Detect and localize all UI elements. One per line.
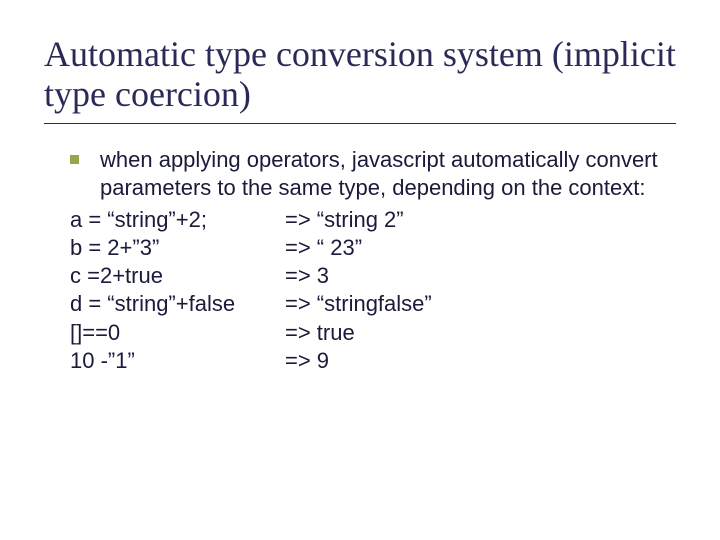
example-lhs: d = “string”+false <box>70 290 285 318</box>
example-rhs: => true <box>285 319 676 347</box>
example-lhs: []==0 <box>70 319 285 347</box>
slide-title: Automatic type conversion system (implic… <box>44 34 676 115</box>
example-rhs: => “stringfalse” <box>285 290 676 318</box>
example-rhs: => “string 2” <box>285 206 676 234</box>
example-row: []==0 => true <box>70 319 676 347</box>
example-row: 10 -”1” => 9 <box>70 347 676 375</box>
examples-list: a = “string”+2; => “string 2” b = 2+”3” … <box>70 206 676 375</box>
example-lhs: b = 2+”3” <box>70 234 285 262</box>
example-row: b = 2+”3” => “ 23” <box>70 234 676 262</box>
slide: Automatic type conversion system (implic… <box>0 0 720 540</box>
example-lhs: a = “string”+2; <box>70 206 285 234</box>
title-divider <box>44 123 676 124</box>
square-bullet-icon <box>70 155 79 164</box>
example-rhs: => 3 <box>285 262 676 290</box>
example-lhs: 10 -”1” <box>70 347 285 375</box>
example-lhs: c =2+true <box>70 262 285 290</box>
example-row: c =2+true => 3 <box>70 262 676 290</box>
example-row: a = “string”+2; => “string 2” <box>70 206 676 234</box>
example-rhs: => “ 23” <box>285 234 676 262</box>
example-row: d = “string”+false => “stringfalse” <box>70 290 676 318</box>
intro-text: when applying operators, javascript auto… <box>100 147 658 200</box>
intro-bullet-item: when applying operators, javascript auto… <box>70 146 676 202</box>
example-rhs: => 9 <box>285 347 676 375</box>
slide-body: when applying operators, javascript auto… <box>70 146 676 375</box>
